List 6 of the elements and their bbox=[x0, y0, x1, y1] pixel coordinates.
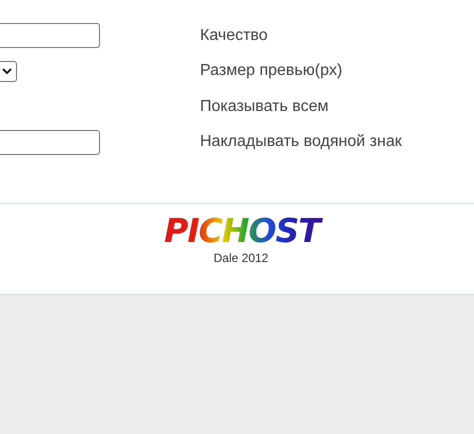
setting-label: Накладывать водяной знак bbox=[200, 133, 403, 152]
setting-label: Показывать всем bbox=[200, 98, 330, 116]
caret-icon bbox=[2, 68, 12, 74]
footer-credit: Dale 2012 bbox=[214, 251, 268, 265]
setting-label: Качество bbox=[200, 26, 269, 45]
setting-label: Размер превью(px) bbox=[200, 62, 344, 80]
